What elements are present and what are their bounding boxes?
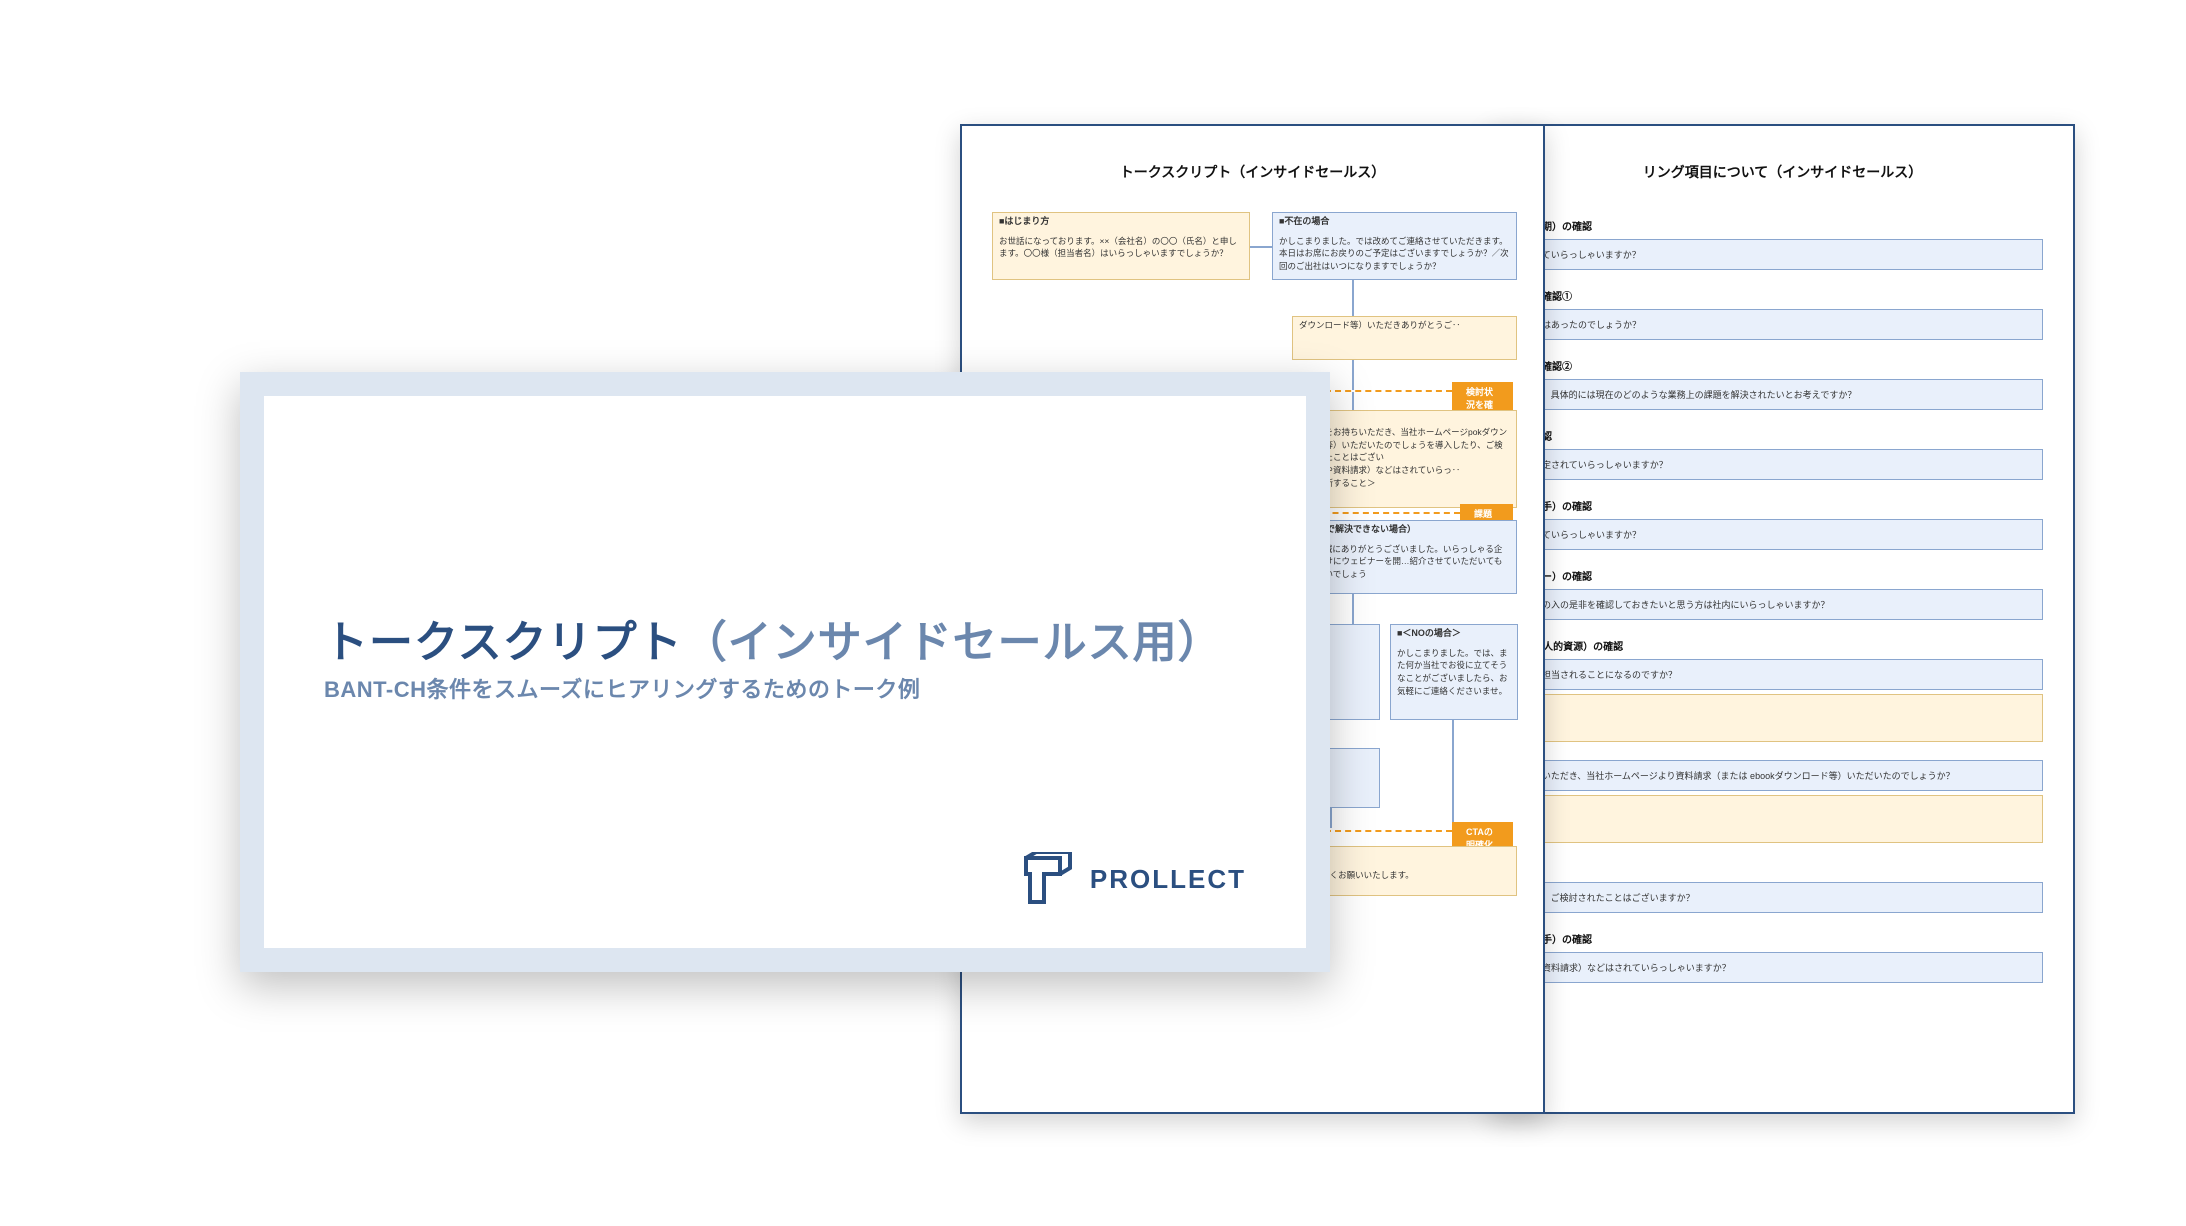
doc2-section: 入時期）の確認れていらっしゃいますか？ [1522,218,2043,270]
doc2-section: ）の確認① びはあったのでしょうか？ [1522,288,2043,340]
doc2-section: 合相手）の確認や資料請求）などはされていらっしゃいますか？ [1522,931,2043,983]
section-prompt: り、ご検討されたことはございますか？ [1522,882,2043,913]
brand: PROLLECT [1020,852,1246,906]
arrow [1352,280,1354,316]
section-header: 入時期）の確認 [1522,218,2043,233]
section-header: 合相手）の確認 [1522,931,2043,946]
arrow [1250,246,1272,248]
section-header: フロー）の確認 [1522,568,2043,583]
section-prompt: れていらっしゃいますか？ [1522,239,2043,270]
section-header: 合相手）の確認 [1522,498,2043,513]
section-prompt: や資料請求）などはされていらっしゃいますか？ [1522,952,2043,983]
brand-name: PROLLECT [1090,864,1246,895]
section-header: 認 [1522,861,2043,876]
doc2-section: もいただき、当社ホームページより資料請求（または ebookダウンロード等）いた… [1522,760,2043,843]
cover-title: トークスクリプト（インサイドセールス用） [324,606,1223,670]
cover-inner: トークスクリプト（インサイドセールス用） BANT-CH条件をスムーズにヒアリン… [264,396,1306,948]
doc2-section: 合相手）の確認けていらっしゃいますか？ [1522,498,2043,550]
section-prompt: びはあったのでしょうか？ [1522,309,2043,340]
cover-card: トークスクリプト（インサイドセールス用） BANT-CH条件をスムーズにヒアリン… [240,372,1330,972]
doc2-section: 認り、ご検討されたことはございますか？ [1522,861,2043,913]
section-header: es（人的資源）の確認 [1522,638,2043,653]
arrow [1330,808,1332,828]
section-prompt: 想定されていらっしゃいますか？ [1522,449,2043,480]
arrow [1352,594,1354,624]
doc2-section: es（人的資源）の確認が担当されることになるのですか？ [1522,638,2043,742]
cover-subtitle: BANT-CH条件をスムーズにヒアリングするためのトーク例 [324,672,920,704]
section-header: ）の確認② [1522,358,2043,373]
box-absent: ■不在の場合 かしこまりました。では改めてご連絡させていただきます。本日はお席に… [1272,212,1517,280]
stage: リング項目について（インサイドセールス） 入時期）の確認れていらっしゃいますか？… [0,0,2186,1226]
section-header: の確認 [1522,428,2043,443]
section-header: ）の確認① [1522,288,2043,303]
section-prompt: で、具体的には現在のどのような業務上の課題を解決されたいとお考えですか？ [1522,379,2043,410]
section-prompt: が担当されることになるのですか？ [1522,659,2043,690]
section-prompt: けていらっしゃいますか？ [1522,519,2043,550]
doc2-section: ）の確認② で、具体的には現在のどのような業務上の課題を解決されたいとお考えですか… [1522,358,2043,410]
box-opening: ■はじまり方 お世話になっております。××（会社名）の〇〇（氏名）と申します。〇… [992,212,1250,280]
section-answer-area [1522,694,2043,742]
doc2-title: リング項目について（インサイドセールス） [1522,162,2043,182]
box-thanks: ダウンロード等）いただきありがとうご‥ [1292,316,1517,360]
section-prompt: もいただき、当社ホームページより資料請求（または ebookダウンロード等）いた… [1522,760,2043,791]
section-prompt: この入の是非を確認しておきたいと思う方は社内にいらっしゃいますか？ [1522,589,2043,620]
doc2-section: フロー）の確認この入の是非を確認しておきたいと思う方は社内にいらっしゃいますか？ [1522,568,2043,620]
document-hearing-items: リング項目について（インサイドセールス） 入時期）の確認れていらっしゃいますか？… [1490,124,2075,1114]
arrow [1352,392,1354,410]
box-no-case: ■＜NOの場合＞ かしこまりました。では、また何か当社でお役に立てそうなことがご… [1390,624,1518,720]
arrow [1452,720,1454,828]
arrow [1352,360,1354,390]
doc2-section: の確認想定されていらっしゃいますか？ [1522,428,2043,480]
section-answer-area [1522,795,2043,843]
doc2-body: 入時期）の確認れていらっしゃいますか？）の確認①びはあったのでしょうか？）の確認… [1522,218,2043,983]
brand-logo-icon [1020,852,1074,906]
doc1-title: トークスクリプト（インサイドセールス） [992,162,1513,182]
